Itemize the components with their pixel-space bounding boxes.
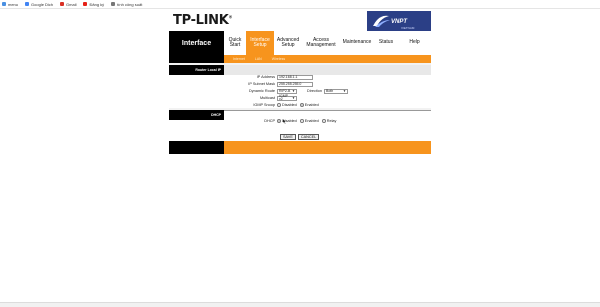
- form-buttons: SAVE CANCEL: [280, 134, 321, 140]
- cancel-button[interactable]: CANCEL: [297, 134, 320, 140]
- row-dynamic-route: Dynamic Route RIP2-B ▼ Direction Both ▼: [249, 88, 348, 94]
- chevron-down-icon: ▼: [292, 88, 295, 93]
- bookmark-dang-ky[interactable]: Đăng ký: [83, 2, 104, 7]
- chevron-down-icon: ▼: [292, 95, 295, 100]
- dynamic-route-select[interactable]: RIP2-B ▼: [277, 88, 297, 94]
- subtab-lan[interactable]: LAN: [255, 57, 262, 61]
- row-multicast: Multicast IGMP v2 ▼: [260, 94, 297, 101]
- subtab-internet[interactable]: Internet: [233, 57, 245, 61]
- igmp-snoop-enabled-radio[interactable]: [299, 103, 304, 107]
- row-dhcp: DHCP Disabled Enabled Relay: [264, 119, 337, 123]
- multicast-select[interactable]: IGMP v2 ▼: [277, 94, 297, 101]
- igmp-snoop-disabled-radio[interactable]: [277, 103, 281, 107]
- vnpt-logo: VNPT VIETNAM: [367, 11, 431, 31]
- nav-interface-setup[interactable]: Interface Setup: [246, 31, 274, 55]
- google-translate-icon: [25, 2, 30, 6]
- direction-select[interactable]: Both ▼: [323, 88, 348, 94]
- nav-access-management[interactable]: Access Management: [302, 31, 340, 55]
- nav-status[interactable]: Status: [374, 31, 398, 55]
- sub-nav: Internet LAN Wireless: [169, 55, 431, 63]
- dhcp-disabled-radio[interactable]: [277, 119, 281, 123]
- bookmark-tinh-cong-suat[interactable]: tính công suất: [111, 2, 142, 7]
- gmail-icon: [60, 2, 65, 6]
- ip-address-input[interactable]: 192.168.1.1: [277, 74, 313, 80]
- nav-section-title: Interface: [169, 31, 224, 55]
- vnpt-subtext: VIETNAM: [401, 26, 415, 30]
- page-icon: [111, 2, 116, 6]
- footer-bar: [169, 141, 431, 154]
- chevron-down-icon: ▼: [343, 88, 346, 93]
- header-logo-area: TP-LINK® VNPT VIETNAM: [169, 11, 431, 31]
- main-nav: Interface Quick Start Interface Setup Ad…: [169, 31, 431, 55]
- vnpt-text: VNPT: [391, 19, 408, 25]
- row-subnet-mask: IP Subnet Mask 255.255.255.0: [169, 81, 431, 87]
- row-ip-address: IP Address 192.168.1.1: [169, 74, 431, 80]
- tplink-logo: TP-LINK®: [173, 13, 233, 28]
- nav-quick-start[interactable]: Quick Start: [224, 31, 246, 55]
- nav-maintenance[interactable]: Maintenance: [340, 31, 374, 55]
- dhcp-enabled-radio[interactable]: [299, 119, 304, 123]
- subtab-wireless[interactable]: Wireless: [272, 57, 285, 61]
- nav-help[interactable]: Help: [398, 31, 431, 55]
- folder-icon: [2, 2, 6, 6]
- bottom-status-bar: [0, 302, 600, 307]
- mouse-cursor-icon: [283, 119, 286, 124]
- bookmark-menu[interactable]: menu: [2, 2, 18, 7]
- vnpt-swoosh-icon: [373, 15, 390, 27]
- bookmarks-bar: menu Google Dich Gmail Đăng ký tính công…: [0, 0, 600, 9]
- youtube-icon: [83, 2, 88, 6]
- subnet-mask-input[interactable]: 255.255.255.0: [277, 81, 313, 87]
- nav-advanced-setup[interactable]: Advanced Setup: [274, 31, 302, 55]
- bookmark-google-dich[interactable]: Google Dich: [25, 2, 53, 7]
- save-button[interactable]: SAVE: [280, 134, 296, 140]
- bookmark-gmail[interactable]: Gmail: [60, 2, 76, 7]
- dhcp-relay-radio[interactable]: [321, 119, 326, 123]
- router-panel: TP-LINK® VNPT VIETNAM Interface Quick St…: [169, 11, 431, 154]
